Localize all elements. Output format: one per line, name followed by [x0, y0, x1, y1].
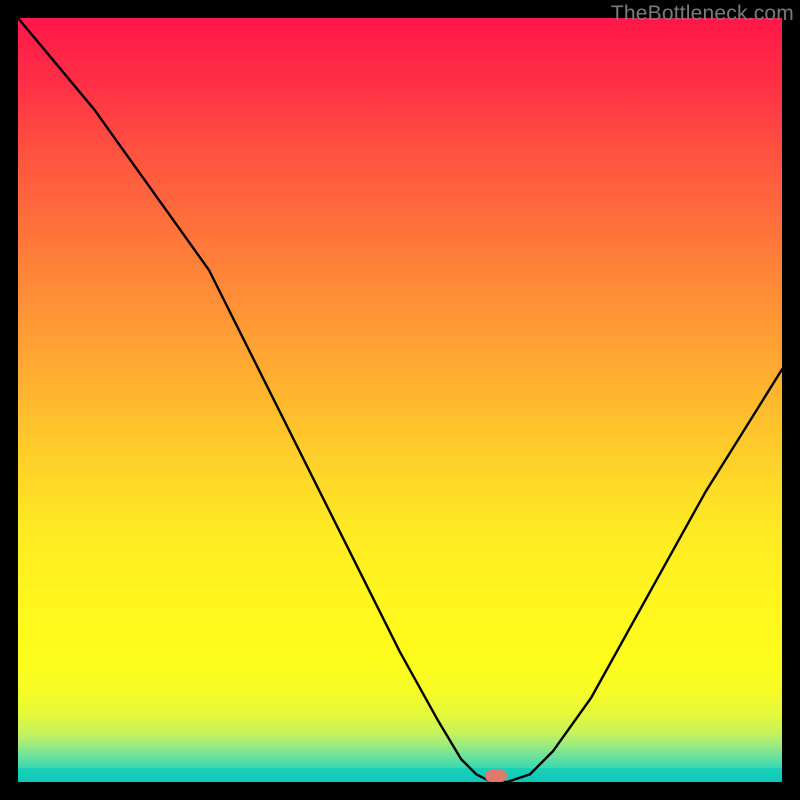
- watermark-text: TheBottleneck.com: [611, 2, 794, 26]
- bottleneck-curve: [18, 18, 782, 782]
- curve-path: [18, 18, 782, 782]
- chart-frame: TheBottleneck.com: [0, 0, 800, 800]
- optimal-point-marker: [485, 770, 507, 782]
- plot-area: [18, 18, 782, 782]
